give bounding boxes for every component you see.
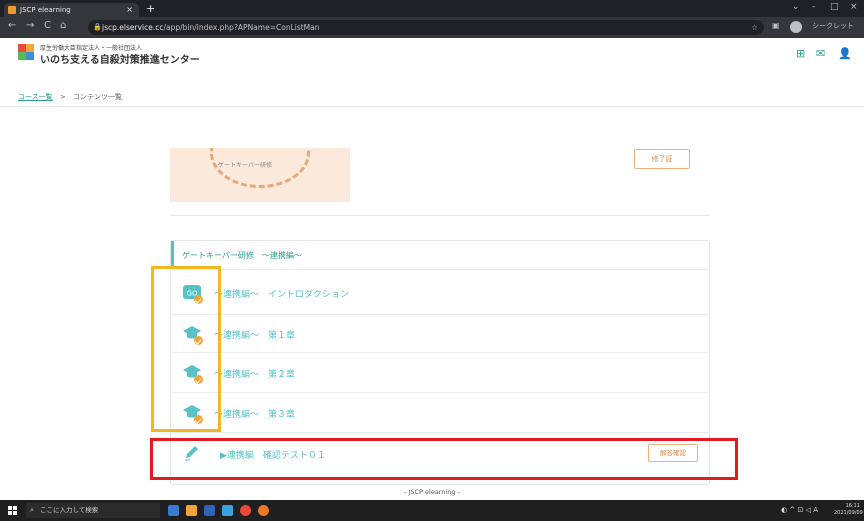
section-divider [170,215,710,216]
system-tray-icons[interactable]: ◐ ^ ⊡ ◁ A [781,506,818,514]
mail-icon[interactable]: ✉ [816,47,825,60]
list-item-label: ～連携編～ 第２章 [214,370,296,380]
chevron-down-icon[interactable]: ⌄ [792,2,800,12]
profile-avatar-icon[interactable] [790,21,802,33]
taskbar-search-placeholder: ここに入力して検索 [40,506,99,514]
taskbar-app-icon[interactable] [186,505,197,516]
taskbar: ⌕ ここに入力して検索 ◐ ^ ⊡ ◁ A 16:11 2021/09/09 [0,500,864,521]
org-title: いのち支える自殺対策推進センター [40,55,200,66]
course-banner: ゲートキーパー研修 [170,148,350,202]
taskbar-app-icon[interactable] [168,505,179,516]
section-header: ゲートキーパー研修 ～連携編～ [171,241,709,269]
extensions-icon[interactable]: ▣ [772,21,780,30]
site-favicon-icon [8,6,16,14]
row-divider [170,352,710,353]
chrome-taskbar-icon[interactable] [240,505,251,516]
row-divider [170,392,710,393]
browser-toolbar: ← → C ⌂ 🔒 jscp.elservice.cc/app/bin/inde… [0,17,864,38]
site-logo-icon[interactable] [18,44,34,60]
section-title: ゲートキーパー研修 ～連携編～ [182,251,302,260]
list-item-chapter-1[interactable]: ～連携編～ 第１章 [180,316,700,352]
list-item-confirmation-test[interactable]: ▶連携編 確認テスト０１ [180,436,700,472]
forward-button[interactable]: → [26,20,34,31]
back-button[interactable]: ← [8,20,16,31]
list-item-label: ▶連携編 確認テスト０１ [220,451,326,461]
row-divider [170,269,710,270]
home-button[interactable]: ⌂ [60,20,66,31]
completed-check-icon [194,295,203,304]
list-item-chapter-3[interactable]: ～連携編～ 第３章 [180,395,700,431]
banner-label: ゲートキーパー研修 [218,162,272,169]
breadcrumb: コース一覧 > コンテンツ一覧 [18,92,122,102]
list-item-label: ～連携編～ イントロダクション [214,290,350,300]
url-path: /app/bin/index.php?APName=ConListMan [163,23,320,32]
list-item-introduction[interactable]: GO ～連携編～ イントロダクション [180,275,700,311]
reload-button[interactable]: C [44,20,51,31]
breadcrumb-course-list-link[interactable]: コース一覧 [18,93,53,101]
clock-time: 16:11 [845,503,860,509]
user-icon[interactable]: 👤 [838,47,852,60]
browser-tab-bar: JSCP elearning × + ⌄ - □ × [0,0,864,17]
close-window-button[interactable]: × [850,2,858,12]
taskbar-search-input[interactable]: ⌕ ここに入力して検索 [26,503,160,518]
completed-check-icon [194,375,203,384]
pencil-icon [182,444,202,462]
row-divider [170,314,710,315]
answer-check-button[interactable]: 解答確認 [648,444,698,462]
browser-tab[interactable]: JSCP elearning × [4,3,139,17]
address-bar[interactable]: 🔒 jscp.elservice.cc/app/bin/index.php?AP… [88,20,764,35]
windows-start-icon[interactable] [8,506,17,515]
taskbar-app-icon[interactable] [258,505,269,516]
breadcrumb-current: コンテンツ一覧 [73,93,122,101]
row-divider [170,432,710,433]
clock-date: 2021/09/09 [834,510,863,516]
ime-indicator[interactable]: A [813,506,818,514]
tab-close-icon[interactable]: × [126,3,133,17]
taskbar-app-icon[interactable] [222,505,233,516]
lock-icon: 🔒 [93,23,102,31]
certificate-button[interactable]: 修了証 [634,149,690,169]
taskbar-app-icon[interactable] [204,505,215,516]
minimize-button[interactable]: - [812,2,815,12]
completed-check-icon [194,415,203,424]
list-item-label: ～連携編～ 第３章 [214,410,296,420]
footer-text: - JSCP elearning - [404,488,460,496]
search-icon: ⌕ [30,506,34,514]
list-item-chapter-2[interactable]: ～連携編～ 第２章 [180,355,700,391]
maximize-button[interactable]: □ [830,2,839,12]
incognito-label[interactable]: シークレット [812,21,854,31]
taskbar-clock[interactable]: 16:11 2021/09/09 [834,503,863,517]
list-item-label: ～連携編～ 第１章 [214,331,296,341]
grid-icon[interactable]: ⊞ [796,47,805,60]
star-icon[interactable]: ☆ [751,20,758,35]
breadcrumb-separator: > [59,93,66,101]
url-host: jscp.elservice.cc [102,23,164,32]
completed-check-icon [194,336,203,345]
new-tab-button[interactable]: + [146,2,155,15]
tab-title: JSCP elearning [20,6,71,14]
